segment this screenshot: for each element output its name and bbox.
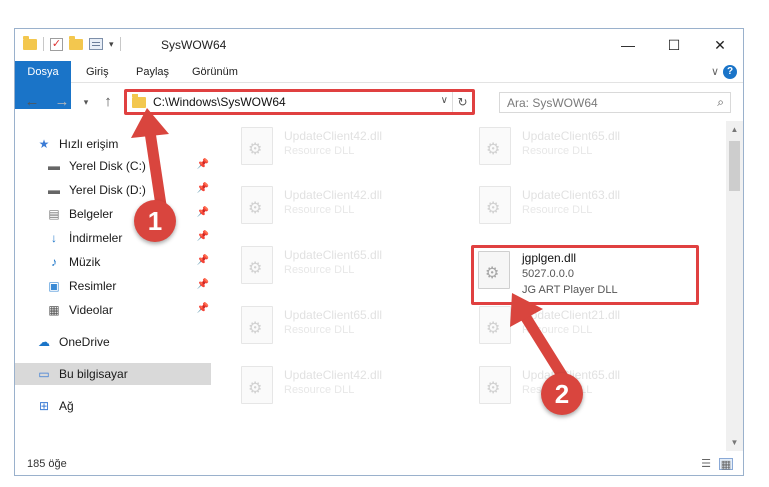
step-1-badge: 1 bbox=[134, 200, 176, 242]
arrow-head bbox=[131, 108, 169, 138]
step-2-badge: 2 bbox=[541, 373, 583, 415]
arrow-shaft bbox=[519, 310, 571, 386]
annotation-arrow-1 bbox=[131, 108, 571, 386]
